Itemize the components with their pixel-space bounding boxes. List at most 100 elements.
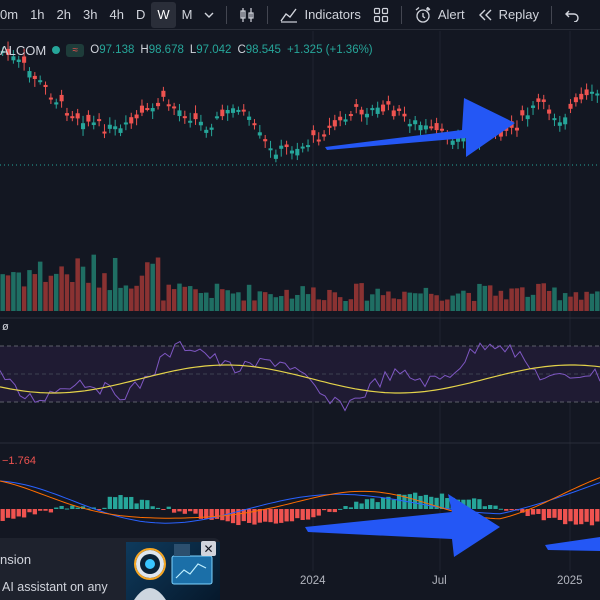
volume-bar — [59, 266, 64, 311]
macd-histogram-bar — [246, 509, 252, 523]
macd-histogram-bar — [284, 509, 289, 522]
replay-button[interactable]: Replay — [471, 2, 545, 28]
volume-bar — [305, 294, 311, 311]
top-toolbar: 0m 1h 2h 3h 4h D W M Indicators Alert Re… — [0, 0, 600, 30]
volume-bar — [129, 288, 134, 311]
volume-bar — [295, 294, 300, 311]
toolbar-divider — [267, 5, 269, 24]
macd-histogram-bar — [43, 509, 48, 511]
volume-bar — [455, 293, 461, 311]
candle — [520, 110, 525, 116]
volume-bar — [48, 275, 54, 311]
volume-bar — [557, 300, 563, 311]
candle — [391, 110, 396, 117]
chart-type-button[interactable] — [233, 2, 261, 28]
macd-histogram-bar — [268, 509, 273, 523]
symbol-name[interactable]: ALCOM — [0, 43, 46, 58]
macd-histogram-bar — [113, 497, 118, 509]
macd-histogram-bar — [530, 509, 536, 515]
candle — [257, 132, 262, 136]
timeframe-m[interactable]: M — [176, 2, 199, 28]
volume-bar — [182, 286, 188, 311]
macd-histogram-bar — [429, 496, 434, 509]
indicators-button[interactable]: Indicators — [274, 2, 366, 28]
volume-bar — [477, 283, 482, 311]
candle — [241, 109, 246, 112]
volume-bar — [536, 283, 541, 311]
candle — [70, 116, 75, 119]
candle — [306, 145, 311, 148]
macd-histogram-bar — [70, 505, 75, 509]
timeframe-2h[interactable]: 2h — [51, 2, 77, 28]
volume-bar — [573, 292, 579, 311]
candle — [129, 117, 134, 124]
chart-area[interactable]: ALCOM ≈ O97.138 H98.678 L97.042 C98.545 … — [0, 31, 600, 600]
candle — [252, 123, 257, 126]
timeframe-menu-button[interactable] — [198, 2, 220, 28]
candle — [343, 119, 348, 122]
volume-bar — [96, 287, 102, 311]
macd-histogram-bar — [5, 509, 11, 518]
volume-bar — [493, 295, 498, 311]
macd-histogram-bar — [364, 499, 370, 509]
volume-bar — [348, 299, 354, 311]
volume-bar — [321, 300, 327, 311]
macd-histogram-bar — [150, 506, 155, 509]
volume-bar — [284, 289, 289, 311]
macd-histogram-bar — [273, 509, 279, 524]
volume-bar — [166, 284, 171, 311]
promo-card[interactable]: nsion AI assistant on any ✕ — [0, 538, 220, 600]
macd-histogram-bar — [557, 509, 562, 520]
timeframe-0m[interactable]: 0m — [0, 2, 24, 28]
chart-canvas[interactable] — [0, 31, 600, 600]
volume-bar — [262, 292, 268, 311]
candle — [156, 102, 161, 107]
close-value: 98.545 — [245, 44, 281, 56]
volume-bar — [407, 292, 413, 311]
timeframe-4h[interactable]: 4h — [103, 2, 129, 28]
volume-bar — [54, 273, 59, 311]
alert-button[interactable]: Alert — [408, 2, 471, 28]
volume-bar — [150, 263, 155, 311]
candle — [172, 106, 177, 109]
macd-histogram-bar — [546, 509, 552, 519]
candle — [573, 97, 578, 103]
macd-histogram-bar — [498, 508, 504, 510]
timeframe-w[interactable]: W — [151, 1, 176, 28]
macd-histogram-bar — [321, 509, 327, 511]
volume-bar — [595, 291, 600, 311]
macd-histogram-bar — [439, 493, 445, 509]
volume-bar — [139, 275, 145, 311]
close-icon[interactable]: ✕ — [201, 541, 216, 556]
timeframe-3h[interactable]: 3h — [77, 2, 103, 28]
candle — [32, 75, 37, 79]
macd-histogram-bar — [21, 509, 27, 518]
macd-histogram-bar — [573, 509, 579, 525]
candle — [204, 129, 209, 133]
macd-histogram-bar — [493, 505, 498, 509]
candle — [225, 109, 230, 114]
macd-histogram-bar — [584, 509, 589, 522]
timeframe-1h[interactable]: 1h — [24, 2, 50, 28]
volume-bar — [504, 299, 509, 311]
candle — [247, 116, 252, 120]
promo-body: AI assistant on any — [2, 580, 108, 594]
volume-bar — [552, 287, 557, 311]
candle — [113, 126, 118, 130]
drawn-arrow[interactable] — [545, 537, 600, 551]
volume-bar — [466, 292, 471, 311]
volume-bar — [5, 275, 11, 311]
macd-histogram-bar — [230, 509, 236, 524]
undo-button[interactable] — [558, 2, 586, 28]
volume-bar — [268, 294, 273, 311]
candle — [311, 130, 316, 136]
macd-histogram-bar — [445, 498, 450, 509]
candle — [64, 113, 69, 116]
macd-histogram-bar — [32, 509, 37, 515]
timeframe-d[interactable]: D — [130, 2, 151, 28]
candle — [220, 109, 225, 117]
candle — [107, 124, 112, 129]
open-value: 97.138 — [99, 44, 135, 56]
templates-button[interactable] — [367, 2, 395, 28]
volume-bar — [423, 287, 429, 311]
